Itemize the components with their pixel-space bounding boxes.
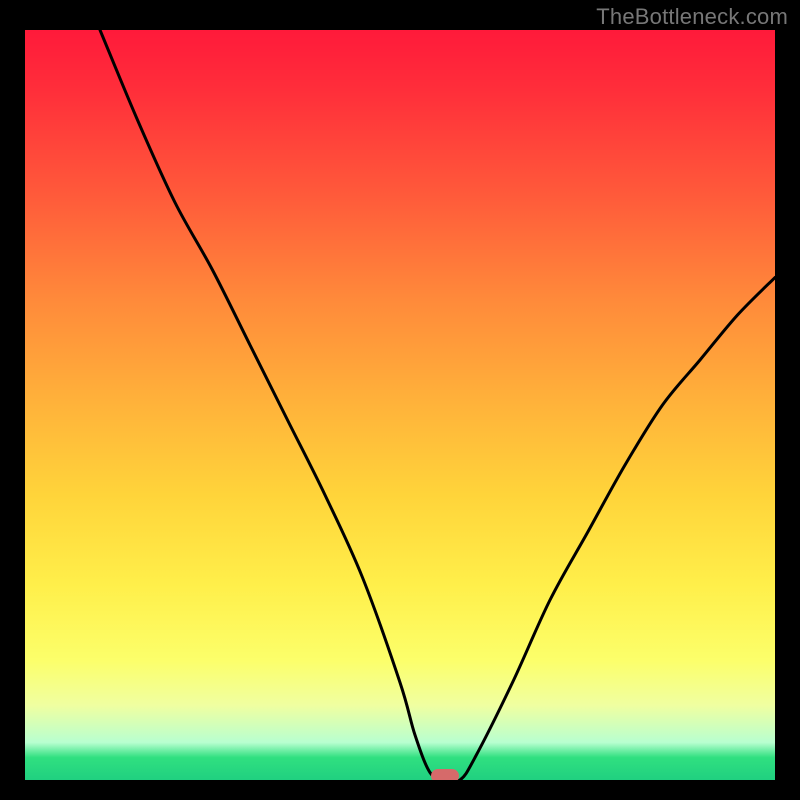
watermark-text: TheBottleneck.com	[596, 4, 788, 30]
bottleneck-curve	[25, 30, 775, 780]
chart-plot-area	[25, 30, 775, 780]
optimal-point-marker	[431, 769, 459, 780]
